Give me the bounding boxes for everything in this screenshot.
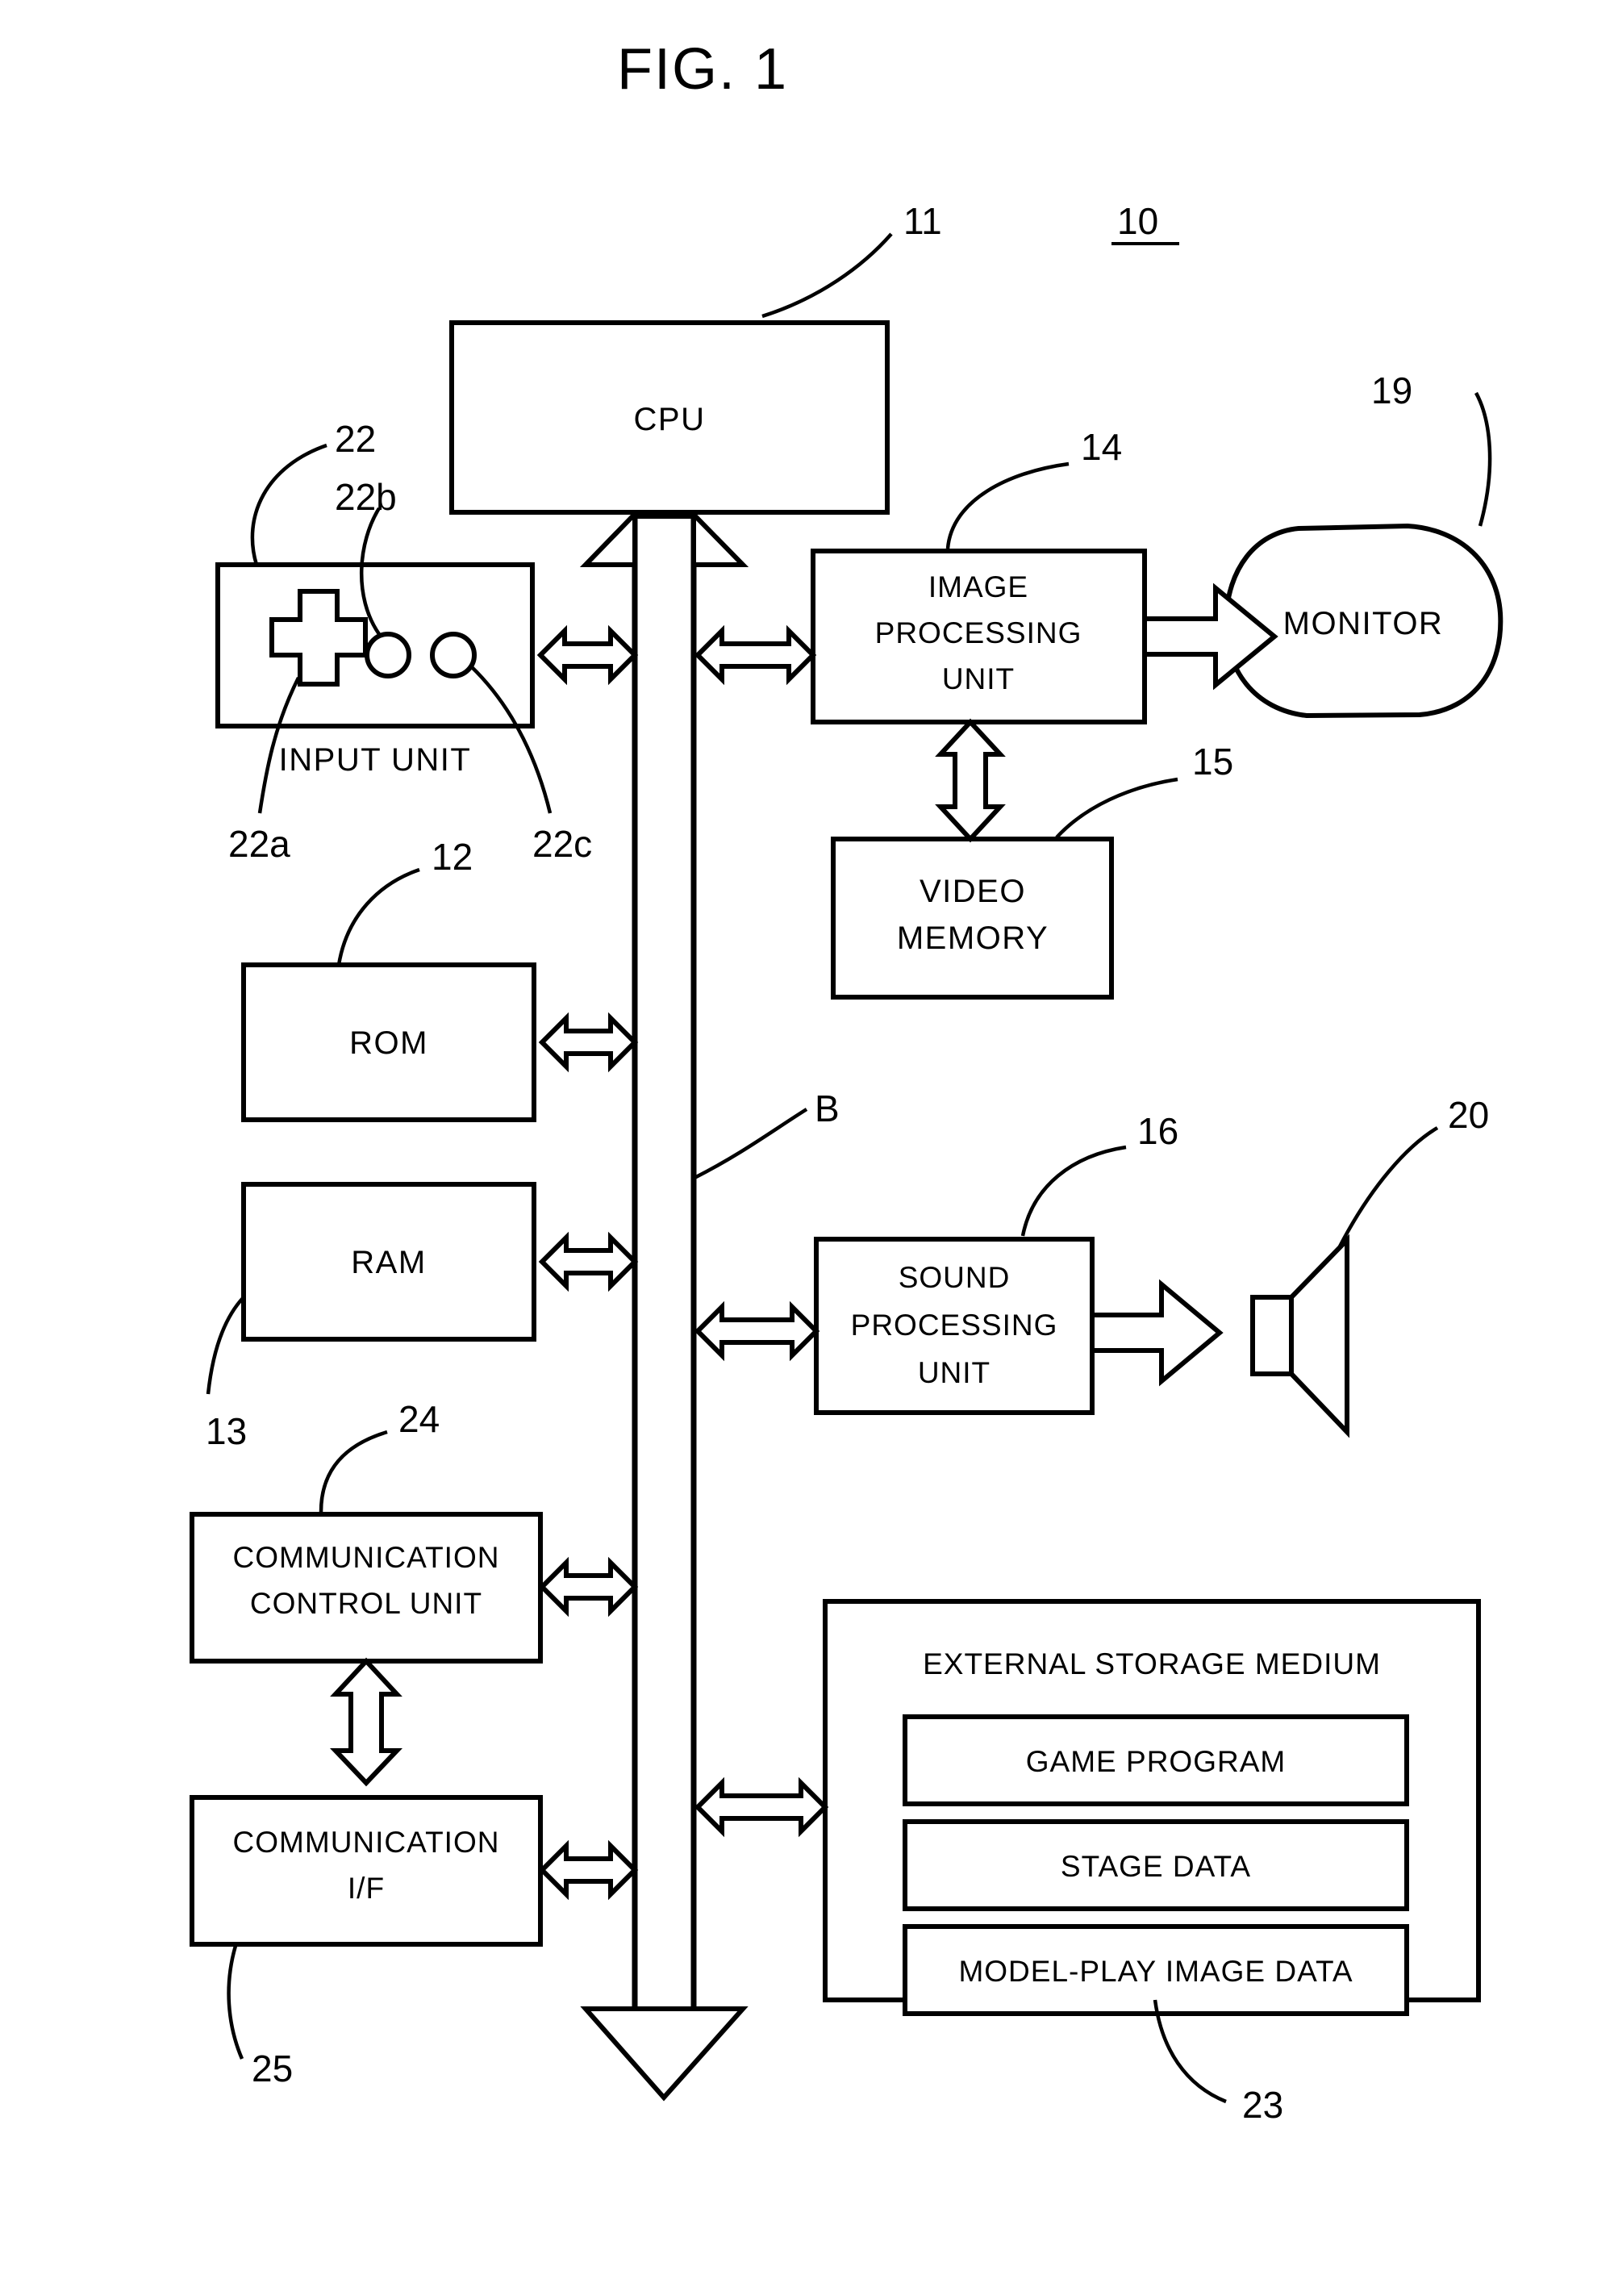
monitor-ref-label: 19 — [1371, 369, 1412, 411]
dpad-ref-label: 22a — [228, 823, 290, 865]
ipu-leader-line — [945, 461, 1070, 549]
ipu-label-line1: IMAGE — [928, 570, 1028, 603]
button-b-icon — [365, 632, 411, 678]
esm-title: EXTERNAL STORAGE MEDIUM — [923, 1647, 1381, 1680]
video-memory-label-line1: VIDEO — [920, 874, 1026, 909]
video-memory-label-line2: MEMORY — [897, 920, 1049, 956]
ccu-ref-label: 24 — [398, 1398, 440, 1440]
bus-down-arrow — [580, 2006, 749, 2102]
input-unit-bus-arrow — [536, 624, 639, 686]
ipu-video-memory-arrow — [935, 718, 1006, 843]
spu-speaker-arrow — [1090, 1279, 1224, 1387]
button-c-ref-label: 22c — [532, 823, 592, 865]
ram-leader-line — [206, 1296, 245, 1395]
comm-if-ref-label: 25 — [252, 2048, 293, 2089]
speaker-cone-icon — [1289, 1234, 1349, 1438]
external-storage-medium-block: EXTERNAL STORAGE MEDIUM GAME PROGRAM STA… — [823, 1599, 1481, 2016]
esm-item-game-program: GAME PROGRAM — [903, 1714, 1409, 1806]
bus-leader-line — [693, 1108, 808, 1180]
ipu-label-line2: PROCESSING — [875, 616, 1082, 649]
rom-block: ROM — [241, 962, 536, 1122]
button-c-icon — [430, 632, 477, 678]
bus-label: B — [815, 1087, 840, 1129]
input-unit-block — [215, 562, 535, 728]
speaker-leader-line — [1338, 1126, 1439, 1248]
ram-ref-label: 13 — [206, 1410, 247, 1452]
rom-label: ROM — [349, 1025, 428, 1061]
cpu-leader-line — [761, 232, 893, 319]
ccu-label-line1: COMMUNICATION — [233, 1541, 500, 1574]
ccu-leader-line — [319, 1430, 388, 1513]
sound-processing-unit-block: SOUND PROCESSING UNIT — [814, 1237, 1095, 1415]
spu-label-line1: SOUND — [899, 1261, 1011, 1294]
spu-label-line3: UNIT — [918, 1356, 991, 1389]
input-unit-ref-label: 22 — [335, 418, 376, 460]
communication-if-block: COMMUNICATION I/F — [190, 1795, 543, 1947]
spu-label-line2: PROCESSING — [851, 1309, 1058, 1342]
button-b-ref-label: 22b — [335, 476, 397, 518]
video-memory-ref-label: 15 — [1192, 741, 1233, 783]
spu-ref-label: 16 — [1137, 1110, 1178, 1152]
monitor-leader-line — [1474, 391, 1492, 527]
esm-bus-arrow — [694, 1776, 829, 1838]
rom-bus-arrow — [538, 1012, 639, 1073]
monitor-block: MONITOR — [1223, 523, 1503, 719]
ram-bus-arrow — [538, 1231, 639, 1292]
ipu-bus-arrow — [694, 624, 817, 686]
comm-if-label-line1: COMMUNICATION — [233, 1826, 500, 1859]
ram-label: RAM — [351, 1245, 426, 1280]
video-memory-block: VIDEO MEMORY — [831, 837, 1114, 1000]
video-memory-leader-line — [1055, 777, 1178, 839]
monitor-label: MONITOR — [1283, 606, 1444, 641]
ipu-ref-label: 14 — [1081, 426, 1122, 468]
speaker-block — [1250, 1234, 1349, 1438]
figure-page: FIG. 1 10 B CPU 11 INPUT UNIT 22 22b 22a… — [0, 0, 1614, 2296]
esm-item-label: GAME PROGRAM — [1026, 1745, 1286, 1778]
comm-if-label-line2: I/F — [348, 1872, 385, 1905]
comm-if-bus-arrow — [538, 1839, 639, 1901]
esm-ref-label: 23 — [1242, 2084, 1283, 2126]
cpu-block: CPU — [449, 320, 890, 515]
block-diagram: FIG. 1 10 B CPU 11 INPUT UNIT 22 22b 22a… — [190, 37, 1503, 2126]
input-unit-leader-line — [250, 443, 327, 566]
spu-bus-arrow — [694, 1300, 820, 1362]
ccu-bus-arrow — [538, 1556, 639, 1618]
esm-item-label: STAGE DATA — [1061, 1850, 1251, 1883]
system-ref-label: 10 — [1117, 200, 1158, 242]
rom-leader-line — [336, 867, 420, 966]
ipu-label-line3: UNIT — [942, 662, 1015, 695]
ccu-label-line2: CONTROL UNIT — [250, 1587, 482, 1620]
cpu-ref-label: 11 — [903, 200, 942, 242]
cpu-label: CPU — [634, 402, 706, 437]
communication-control-unit-block: COMMUNICATION CONTROL UNIT — [190, 1512, 543, 1664]
spu-leader-line — [1020, 1145, 1127, 1237]
speaker-ref-label: 20 — [1448, 1094, 1489, 1136]
image-processing-unit-block: IMAGE PROCESSING UNIT — [811, 549, 1147, 724]
input-unit-caption: INPUT UNIT — [279, 742, 472, 778]
comm-if-leader-line — [227, 1945, 244, 2060]
speaker-magnet-icon — [1250, 1295, 1294, 1376]
rom-ref-label: 12 — [432, 836, 473, 878]
esm-item-label: MODEL-PLAY IMAGE DATA — [958, 1955, 1353, 1988]
ram-block: RAM — [241, 1182, 536, 1342]
figure-title: FIG. 1 — [617, 37, 788, 102]
esm-item-stage-data: STAGE DATA — [903, 1819, 1409, 1911]
ccu-commif-arrow — [330, 1657, 402, 1787]
